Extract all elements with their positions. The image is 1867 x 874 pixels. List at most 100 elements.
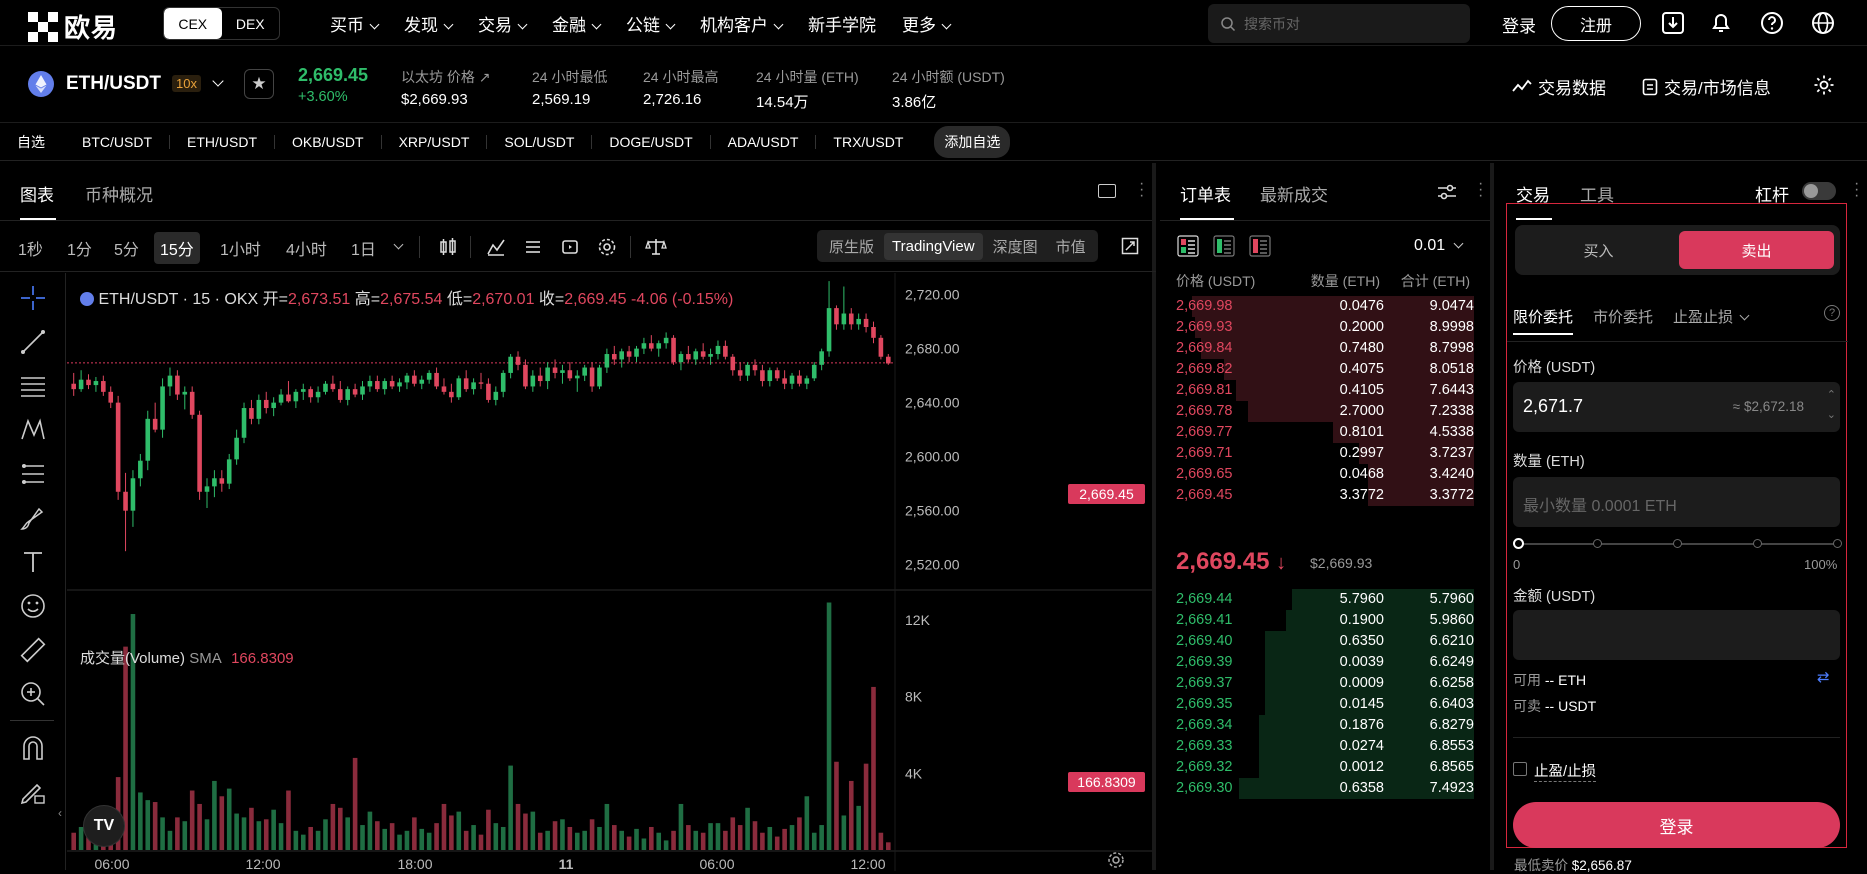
tab-coin-overview[interactable]: 币种概况 [85, 181, 153, 206]
register-button[interactable]: 注册 [1551, 6, 1641, 41]
menu-discover[interactable]: 发现 [404, 11, 452, 36]
order-type-market[interactable]: 市价委托 [1593, 306, 1653, 327]
increment-icon[interactable]: ⌃ [1827, 388, 1836, 401]
trade-data-link[interactable]: 交易数据 [1512, 74, 1606, 99]
more-vertical-icon[interactable]: ··· [1854, 181, 1859, 199]
lock-drawing-icon[interactable] [18, 777, 48, 807]
menu-buy-crypto[interactable]: 买币 [330, 11, 378, 36]
price-chart[interactable]: 2,720.002,680.002,640.002,600.002,560.00… [67, 273, 1152, 870]
download-icon[interactable] [1660, 10, 1686, 36]
book-bids-icon[interactable] [1213, 235, 1235, 257]
more-vertical-icon[interactable]: ··· [1139, 181, 1144, 199]
okx-logo[interactable]: 欧易 [28, 8, 118, 45]
pattern-icon[interactable] [18, 415, 48, 445]
menu-more[interactable]: 更多 [902, 11, 950, 36]
ob-last-price[interactable]: 2,669.45 ↓ [1176, 548, 1286, 576]
fav-pair[interactable]: ETH/USDT [169, 135, 274, 149]
amount-slider[interactable] [1517, 535, 1839, 553]
tab-order-book[interactable]: 订单表 [1180, 181, 1231, 206]
ask-row[interactable]: 2,669.453.37723.3772 [1160, 483, 1494, 508]
chart-settings-icon[interactable] [597, 237, 617, 257]
timeframe-15m[interactable]: 15分 [154, 232, 200, 264]
menu-chain[interactable]: 公链 [626, 11, 674, 36]
timeframe-dropdown-icon[interactable] [394, 240, 404, 250]
tradingview-logo-icon[interactable]: TV [83, 805, 125, 847]
view-market-cap[interactable]: 市值 [1048, 231, 1094, 262]
ruler-icon[interactable] [18, 635, 48, 665]
fav-pair[interactable]: SOL/USDT [486, 135, 591, 149]
book-both-icon[interactable] [1177, 235, 1199, 257]
dex-tab[interactable]: DEX [222, 8, 280, 39]
fav-pair[interactable]: OKB/USDT [274, 135, 381, 149]
favorite-star-icon[interactable]: ★ [244, 69, 274, 99]
menu-finance[interactable]: 金融 [552, 11, 600, 36]
emoji-icon[interactable] [18, 591, 48, 621]
cex-dex-switch[interactable]: CEX DEX [163, 7, 280, 40]
add-favorite-button[interactable]: 添加自选 [934, 126, 1010, 158]
fav-pair[interactable]: TRX/USDT [815, 135, 920, 149]
login-submit-button[interactable]: 登录 [1513, 802, 1840, 848]
zoom-in-icon[interactable] [18, 679, 48, 709]
indicators-icon[interactable] [486, 237, 506, 257]
sell-tab[interactable]: 卖出 [1679, 231, 1834, 269]
timeframe-1s[interactable]: 1秒 [18, 236, 43, 260]
help-icon[interactable] [1759, 10, 1785, 36]
amount-input[interactable] [1513, 610, 1840, 660]
order-type-limit[interactable]: 限价委托 [1513, 306, 1573, 327]
tpsl-label[interactable]: 止盈/止损 [1534, 760, 1596, 782]
decrement-icon[interactable]: ⌄ [1827, 408, 1836, 421]
more-vertical-icon[interactable]: ··· [1478, 181, 1483, 199]
margin-toggle[interactable] [1802, 182, 1836, 200]
bell-icon[interactable] [1708, 10, 1734, 36]
fav-pair[interactable]: DOGE/USDT [591, 135, 709, 149]
layout-toggle-icon[interactable] [1098, 184, 1116, 198]
view-depth[interactable]: 深度图 [985, 231, 1046, 262]
projection-icon[interactable] [18, 459, 48, 489]
timeframe-1h[interactable]: 1小时 [220, 236, 261, 260]
candlestick-type-icon[interactable] [438, 237, 458, 257]
tpsl-checkbox[interactable] [1513, 762, 1527, 776]
list-icon[interactable] [523, 237, 543, 257]
book-asks-icon[interactable] [1249, 235, 1271, 257]
timeframe-1m[interactable]: 1分 [67, 236, 92, 260]
price-input[interactable]: 2,671.7 ≈ $2,672.18 ⌃ ⌄ [1513, 382, 1840, 432]
menu-institutions[interactable]: 机构客户 [700, 11, 782, 36]
cex-tab[interactable]: CEX [164, 8, 222, 39]
axis-settings-icon[interactable] [1107, 851, 1125, 869]
order-type-tpsl[interactable]: 止盈止损 [1673, 306, 1748, 327]
precision-select[interactable]: 0.01 [1414, 237, 1462, 255]
view-tradingview[interactable]: TradingView [884, 233, 983, 260]
fav-pair[interactable]: XRP/USDT [381, 135, 487, 149]
globe-icon[interactable] [1810, 10, 1836, 36]
market-info-link[interactable]: 交易/市场信息 [1642, 74, 1771, 99]
timeframe-5m[interactable]: 5分 [114, 236, 139, 260]
timeframe-4h[interactable]: 4小时 [286, 236, 327, 260]
buy-tab[interactable]: 买入 [1521, 231, 1676, 269]
transfer-icon[interactable]: ⇄ [1817, 668, 1830, 686]
tab-chart[interactable]: 图表 [20, 181, 54, 206]
fullscreen-icon[interactable] [1121, 237, 1139, 255]
trendline-icon[interactable] [18, 327, 48, 357]
pair-name[interactable]: ETH/USDT [66, 73, 161, 95]
menu-trade[interactable]: 交易 [478, 11, 526, 36]
settings-gear-icon[interactable] [1813, 74, 1835, 96]
fav-pair[interactable]: BTC/USDT [65, 135, 169, 149]
fib-lines-icon[interactable] [18, 371, 48, 401]
candlestick-chart[interactable]: 2,720.002,680.002,640.002,600.002,560.00… [67, 273, 1152, 871]
filter-sliders-icon[interactable] [1436, 181, 1458, 203]
pair-dropdown-icon[interactable] [212, 75, 223, 86]
replay-icon[interactable] [560, 237, 580, 257]
login-link[interactable]: 登录 [1502, 12, 1536, 37]
view-native[interactable]: 原生版 [821, 231, 882, 262]
magnet-icon[interactable] [18, 733, 48, 763]
scale-balance-icon[interactable] [645, 237, 667, 257]
collapse-toolbar-icon[interactable]: ‹ [58, 806, 62, 820]
crosshair-icon[interactable] [18, 283, 48, 313]
menu-academy[interactable]: 新手学院 [808, 11, 876, 36]
text-tool-icon[interactable] [18, 547, 48, 577]
bid-row[interactable]: 2,669.300.63587.4923 [1160, 776, 1494, 801]
fav-pair[interactable]: ADA/USDT [710, 135, 816, 149]
order-type-help-icon[interactable]: ? [1824, 305, 1840, 321]
search-input[interactable]: 搜索币对 [1208, 4, 1470, 43]
tab-latest-trades[interactable]: 最新成交 [1260, 181, 1328, 206]
